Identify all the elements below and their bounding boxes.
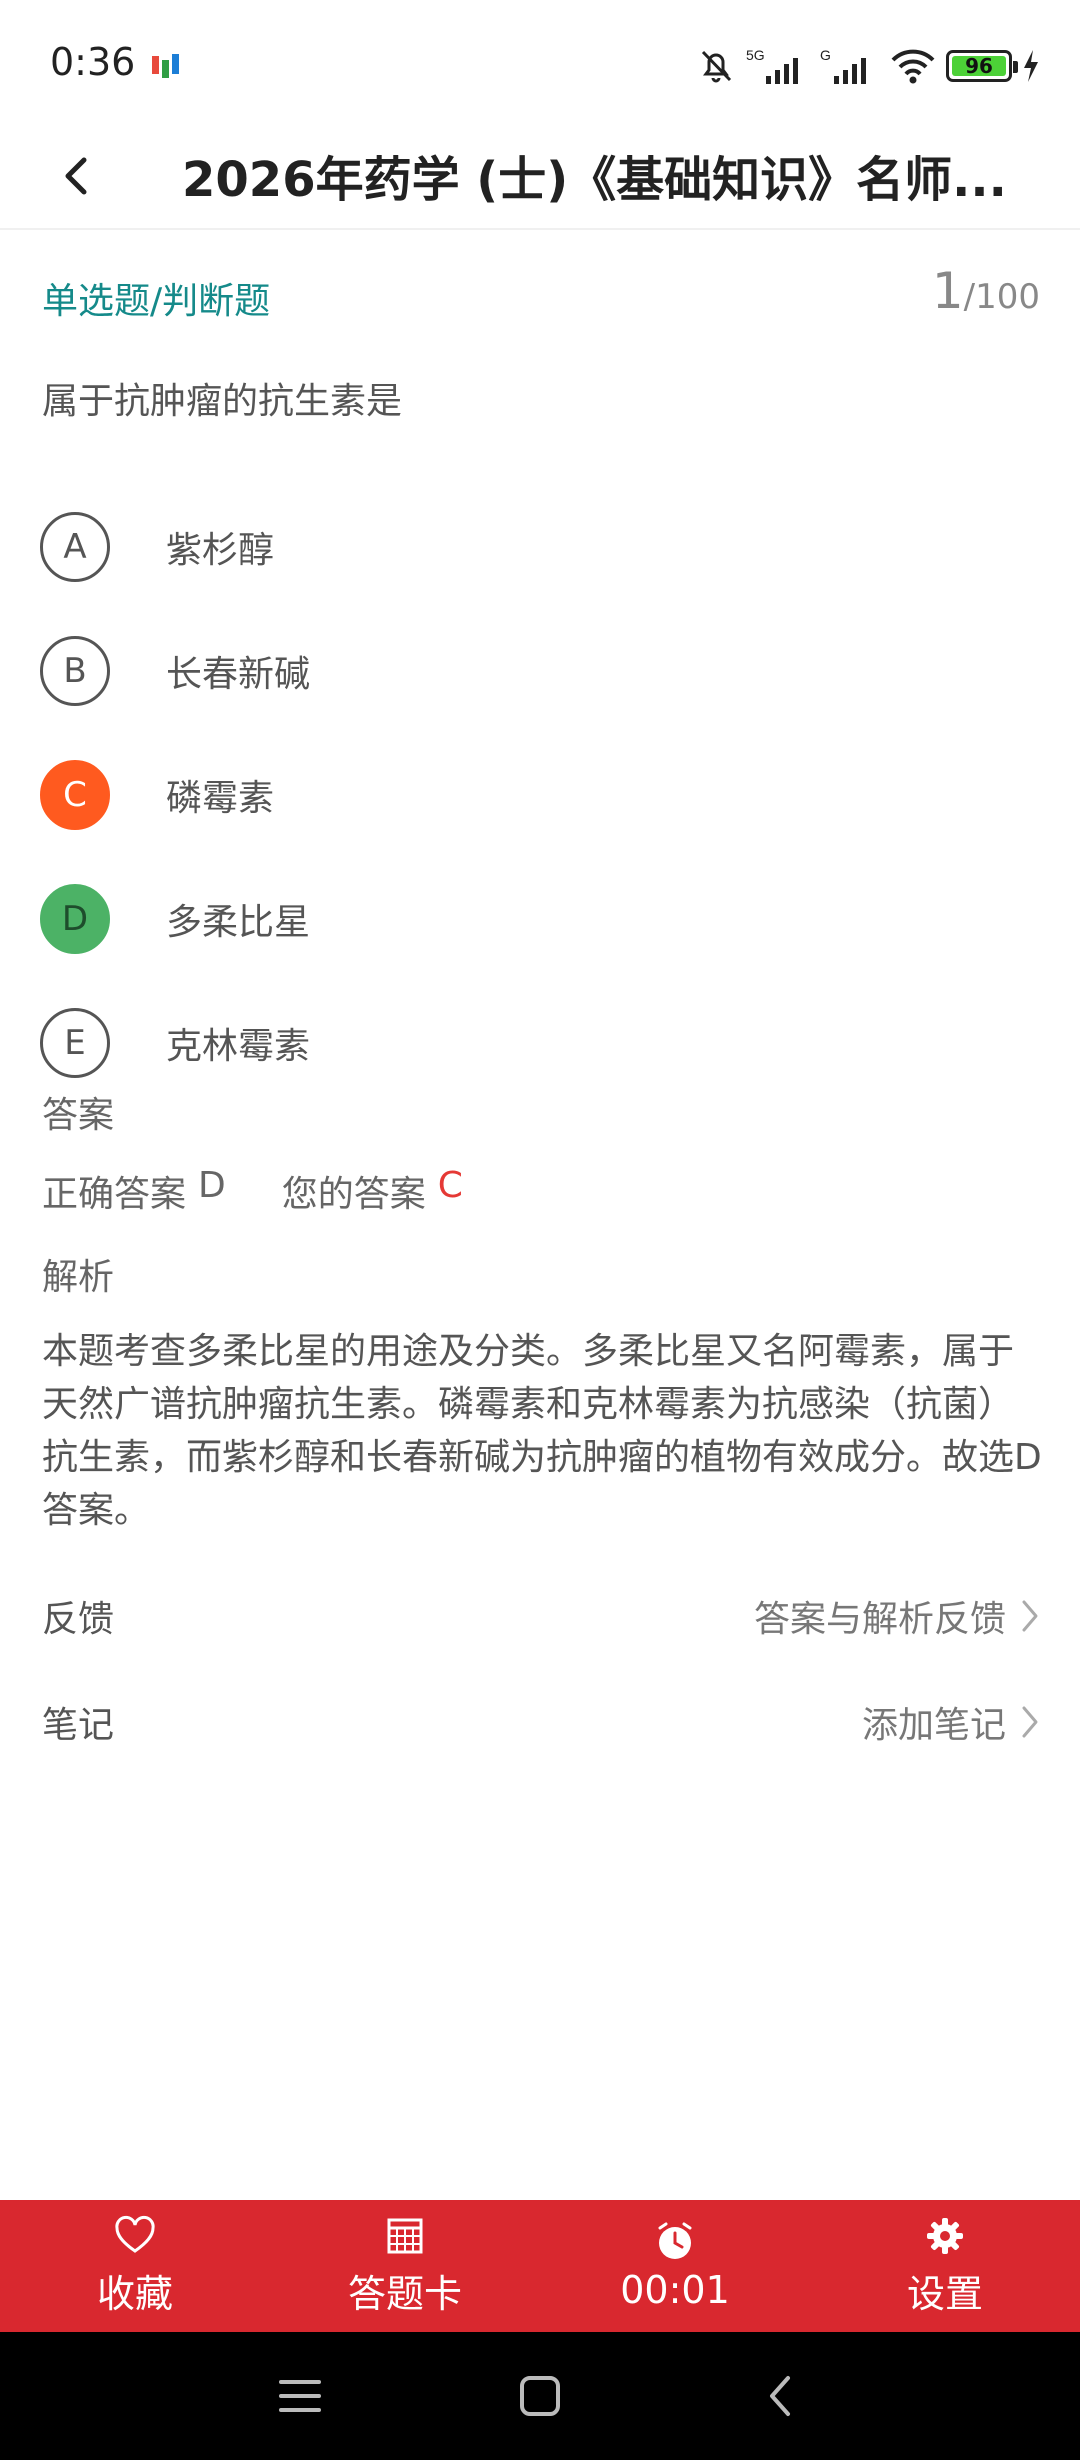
- bottom-toolbar: 收藏 答题卡 00:01 设置: [0, 2200, 1080, 2332]
- option-a[interactable]: A 紫杉醇: [40, 485, 1040, 609]
- correct-answer-value: D: [198, 1165, 226, 1206]
- user-answer-value: C: [437, 1165, 463, 1206]
- home-square-icon: [520, 2376, 560, 2416]
- feedback-label: 反馈: [42, 1599, 115, 1640]
- nav-menu-button[interactable]: [272, 2368, 328, 2424]
- option-text: 长春新碱: [166, 654, 311, 695]
- feedback-action[interactable]: 答案与解析反馈: [754, 1590, 1040, 1642]
- question-text: 属于抗肿瘤的抗生素是: [42, 381, 403, 422]
- nav-home-button[interactable]: [512, 2368, 568, 2424]
- wifi-icon: [891, 49, 935, 84]
- timer-button[interactable]: 00:01: [540, 2200, 810, 2332]
- answer-summary: 正确答案 D 您的答案 C: [42, 1165, 463, 1217]
- app-notification-icon: [150, 52, 184, 82]
- gear-icon: [927, 2217, 963, 2254]
- correct-answer-label: 正确答案: [42, 1174, 187, 1215]
- timer-value: 00:01: [620, 2268, 730, 2312]
- option-letter-correct: D: [40, 884, 110, 954]
- option-letter: A: [40, 512, 110, 582]
- heart-icon: [115, 2215, 155, 2253]
- question-current: 1: [931, 262, 964, 320]
- network-label-5g: 5G: [746, 47, 765, 63]
- notes-action-text: 添加笔记: [861, 1705, 1006, 1746]
- answer-title: 答案: [42, 1095, 115, 1136]
- option-c[interactable]: C 磷霉素: [40, 733, 1040, 857]
- battery-icon: 96: [946, 50, 1018, 82]
- option-text: 紫杉醇: [166, 530, 275, 571]
- feedback-row[interactable]: 反馈 答案与解析反馈: [42, 1586, 1040, 1646]
- chevron-left-icon: [65, 157, 87, 195]
- page-title: 2026年药学 (士)《基础知识》名师...: [182, 152, 1007, 208]
- analysis-title: 解析: [42, 1257, 115, 1298]
- answer-card-button[interactable]: 答题卡: [270, 2200, 540, 2332]
- question-progress: 1/100: [932, 262, 1040, 320]
- battery-level: 96: [952, 54, 1006, 78]
- charging-icon: [1024, 50, 1038, 82]
- option-e[interactable]: E 克林霉素: [40, 981, 1040, 1105]
- back-button[interactable]: [44, 144, 108, 208]
- notes-action[interactable]: 添加笔记: [862, 1696, 1040, 1748]
- status-icons: 5G G 96: [696, 44, 1040, 88]
- option-d[interactable]: D 多柔比星: [40, 857, 1040, 981]
- notes-label: 笔记: [42, 1705, 115, 1746]
- option-letter-wrong: C: [40, 760, 110, 830]
- user-answer-label: 您的答案: [281, 1174, 426, 1215]
- status-bar: 0:36 5G G 96: [0, 0, 1080, 130]
- option-letter: B: [40, 636, 110, 706]
- signal-g-icon: G: [820, 47, 866, 84]
- option-text: 克林霉素: [166, 1026, 311, 1067]
- bell-muted-icon: [701, 50, 732, 83]
- favorite-button[interactable]: 收藏: [0, 2200, 270, 2332]
- menu-icon: [279, 2380, 321, 2412]
- question-type-label: 单选题/判断题: [42, 281, 271, 322]
- favorite-label: 收藏: [96, 2271, 173, 2316]
- chevron-right-icon: [1022, 1600, 1038, 1632]
- option-text: 多柔比星: [166, 902, 311, 943]
- back-triangle-icon: [770, 2376, 790, 2416]
- network-label-g: G: [820, 47, 831, 63]
- system-nav-bar: [0, 2332, 1080, 2460]
- settings-button[interactable]: 设置: [810, 2200, 1080, 2332]
- settings-label: 设置: [906, 2271, 983, 2316]
- chevron-right-icon: [1022, 1706, 1038, 1738]
- answer-card-label: 答题卡: [347, 2271, 462, 2316]
- notes-row[interactable]: 笔记 添加笔记: [42, 1692, 1040, 1752]
- question-total: /100: [963, 277, 1040, 317]
- nav-back-button[interactable]: [752, 2368, 808, 2424]
- analysis-text: 本题考查多柔比星的用途及分类。多柔比星又名阿霉素，属于天然广谱抗肿瘤抗生素。磷霉…: [42, 1331, 1042, 1531]
- option-b[interactable]: B 长春新碱: [40, 609, 1040, 733]
- option-letter: E: [40, 1008, 110, 1078]
- header: 2026年药学 (士)《基础知识》名师...: [0, 120, 1080, 230]
- clock-icon: [658, 2222, 692, 2259]
- grid-icon: [387, 2218, 423, 2253]
- signal-5g-icon: 5G: [746, 47, 798, 84]
- option-text: 磷霉素: [166, 778, 275, 819]
- status-time: 0:36: [50, 40, 136, 84]
- options-list: A 紫杉醇 B 长春新碱 C 磷霉素 D 多柔比星 E 克林霉素: [40, 485, 1040, 1105]
- feedback-action-text: 答案与解析反馈: [753, 1599, 1006, 1640]
